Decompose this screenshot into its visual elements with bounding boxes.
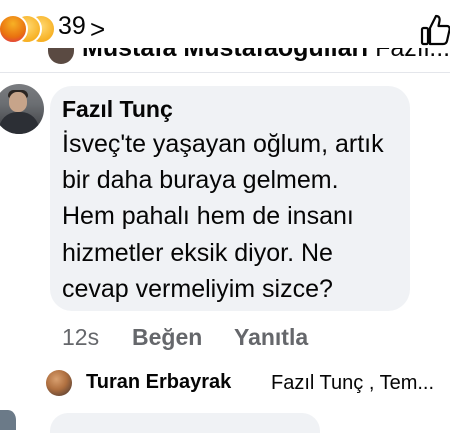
avatar[interactable] [48,48,74,64]
avatar[interactable] [0,410,16,430]
reply-snippet: Fazıl Tunç , Tem... [271,372,435,394]
comment-author[interactable]: Fazıl Tunç [62,96,173,123]
comment-timestamp[interactable]: 12s [62,324,99,351]
divider [0,72,450,73]
comment-bubble [50,413,320,433]
comment-text: İsveç'te yaşayan oğlum, artık bir daha b… [62,130,384,303]
previous-reply-author[interactable]: Mustafa Mustafaoğulları [82,48,368,62]
reaction-count[interactable]: 39 [58,12,86,41]
reply-preview[interactable]: Turan Erbayrak Fazıl Tunç , Tem... [0,360,450,400]
previous-reply-tag: Fazıl... [375,48,450,62]
reactions-bar: 39 > [0,0,450,50]
like-button[interactable]: Beğen [132,324,202,351]
previous-reply: Mustafa Mustafaoğulları Fazıl... [0,48,450,72]
reply-button[interactable]: Yanıtla [234,324,308,351]
avatar[interactable] [46,370,72,396]
reply-author[interactable]: Turan Erbayrak [86,371,231,394]
chevron-right-icon[interactable]: > [90,14,105,45]
avatar[interactable] [0,84,44,134]
thumbs-up-icon[interactable] [420,12,450,46]
